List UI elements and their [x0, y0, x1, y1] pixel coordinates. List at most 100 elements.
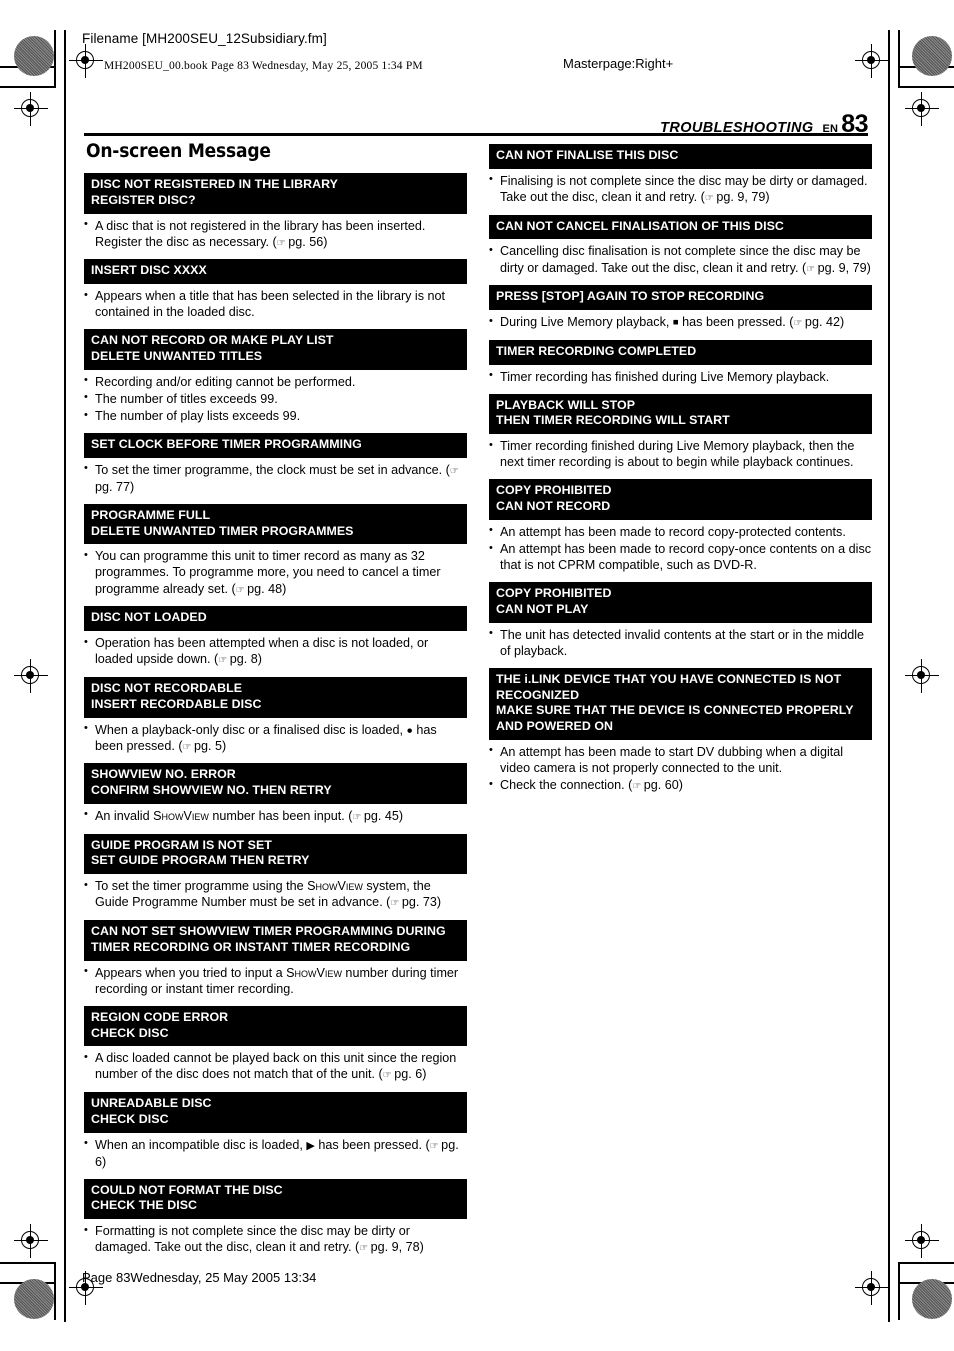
message-note-item: Check the connection. (☞ pg. 60): [489, 777, 872, 794]
crop-line-left-edge: [64, 30, 66, 1322]
message-notes: An attempt has been made to record copy-…: [489, 523, 872, 573]
message-heading-box: DISC NOT LOADED: [84, 606, 467, 632]
message-notes: An attempt has been made to start DV dub…: [489, 743, 872, 794]
message-entry: CAN NOT FINALISE THIS DISC Finalising is …: [489, 144, 872, 206]
message-heading-box: UNREADABLE DISC CHECK DISC: [84, 1092, 467, 1133]
message-note-item: Finalising is not complete since the dis…: [489, 172, 872, 206]
crop-line-top-left-v: [54, 30, 56, 88]
message-heading-line: MAKE SURE THAT THE DEVICE IS CONNECTED P…: [496, 703, 854, 718]
message-notes: A disc that is not registered in the lib…: [84, 217, 467, 251]
message-note-item: Cancelling disc finalisation is not comp…: [489, 243, 872, 276]
message-notes: Formatting is not complete since the dis…: [84, 1223, 467, 1256]
message-note-item: During Live Memory playback, ■ has been …: [489, 314, 872, 331]
message-heading-box: SHOWVIEW NO. ERROR CONFIRM SHOWVIEW NO. T…: [84, 763, 467, 804]
pointing-hand-icon: ☞: [390, 898, 399, 910]
record-symbol-icon: ●: [406, 724, 413, 737]
message-note-item: To set the timer programme, the clock mu…: [84, 461, 467, 495]
crop-line-top-left-h2: [0, 86, 56, 88]
book-source-line: MH200SEU_00.book Page 83 Wednesday, May …: [104, 60, 423, 72]
message-heading-line: DISC NOT RECORDABLE: [91, 681, 243, 696]
message-entry: COULD NOT FORMAT THE DISCCHECK THE DISCF…: [84, 1178, 467, 1256]
message-heading-line: CAN NOT CANCEL FINALISATION OF THIS DISC: [496, 218, 784, 233]
message-entry: SHOWVIEW NO. ERROR CONFIRM SHOWVIEW NO. T…: [84, 763, 467, 824]
message-notes: Appears when a title that has been selec…: [84, 288, 467, 320]
message-heading-box: PRESS [STOP] AGAIN TO STOP RECORDING: [489, 285, 872, 311]
message-notes: A disc loaded cannot be played back on t…: [84, 1050, 467, 1083]
message-entry: COPY PROHIBITEDCAN NOT PLAYThe unit has …: [489, 582, 872, 659]
message-entry: TIMER RECORDING COMPLETED Timer recording…: [489, 339, 872, 385]
pointing-hand-icon: ☞: [218, 655, 227, 667]
message-entry: GUIDE PROGRAM IS NOT SET SET GUIDE PROGRA…: [84, 833, 467, 911]
pointing-hand-icon: ☞: [382, 1070, 392, 1082]
registration-mark-bottom-right: [855, 1271, 889, 1305]
crop-line-bottom-left-v: [54, 1262, 56, 1320]
message-heading-box: COPY PROHIBITED CAN NOT PLAY: [489, 582, 872, 623]
message-entry: SET CLOCK BEFORE TIMER PROGRAMMING To set…: [84, 433, 467, 495]
message-notes: Recording and/or editing cannot be perfo…: [84, 373, 467, 424]
message-heading-line: REGISTER DISC?: [91, 192, 196, 207]
message-note-item: An attempt has been made to record copy-…: [489, 541, 872, 573]
registration-mark-top-right-low: [905, 92, 939, 126]
message-entry: CAN NOT SET SHOWVIEW TIMER PROGRAMMING D…: [84, 920, 467, 997]
density-patch-bottom-right: [912, 1279, 952, 1319]
masterpage-label: Masterpage:Right+: [563, 56, 674, 71]
message-heading-box: TIMER RECORDING COMPLETED: [489, 339, 872, 365]
crop-line-top-right-h2: [898, 86, 954, 88]
message-entry: DISC NOT RECORDABLE INSERT RECORDABLE DIS…: [84, 677, 467, 754]
message-notes: The unit has detected invalid contents a…: [489, 626, 872, 659]
message-heading-box: REGION CODE ERROR CHECK DISC: [84, 1005, 467, 1047]
showview-wordmark: ShowView: [153, 808, 209, 823]
message-entry: COPY PROHIBITEDCAN NOT RECORD An attempt …: [489, 479, 872, 573]
message-heading-line: CAN NOT PLAY: [496, 602, 589, 617]
density-patch-top-left: [14, 36, 54, 76]
footer-timestamp: Page 83Wednesday, 25 May 2005 13:34: [82, 1270, 317, 1285]
crop-line-top-right-v: [898, 30, 900, 88]
crop-line-bottom-right-v: [898, 1262, 900, 1320]
message-entry: REGION CODE ERRORCHECK DISCA disc loaded…: [84, 1005, 467, 1083]
message-heading-box: CAN NOT CANCEL FINALISATION OF THIS DISC: [489, 214, 872, 240]
showview-wordmark: ShowView: [307, 879, 363, 894]
message-heading-line: CHECK DISC: [91, 1025, 169, 1040]
message-heading-line: CHECK THE DISC: [91, 1198, 198, 1213]
message-entry: THE i.LINK DEVICE THAT YOU HAVE CONNECTE…: [489, 667, 872, 794]
message-note-item: An invalid ShowView number has been inpu…: [84, 807, 467, 825]
message-heading-line: CAN NOT FINALISE THIS DISC: [496, 148, 679, 162]
message-heading-line: GUIDE PROGRAM IS NOT SET: [91, 837, 272, 852]
message-notes: When an incompatible disc is loaded, ▶ h…: [84, 1136, 467, 1170]
message-heading-line: PROGRAMME FULL: [91, 507, 211, 522]
message-note-item: A disc that is not registered in the lib…: [84, 217, 467, 251]
message-heading-line: DELETE UNWANTED TIMER PROGRAMMES: [91, 523, 354, 538]
message-heading-line: SET GUIDE PROGRAM THEN RETRY: [91, 853, 310, 868]
message-heading-box: INSERT DISC XXXX: [84, 259, 467, 285]
message-list-right: CAN NOT FINALISE THIS DISC Finalising is …: [489, 144, 872, 794]
message-note-item: A disc loaded cannot be played back on t…: [84, 1050, 467, 1083]
message-note-item: The number of play lists exceeds 99.: [84, 408, 467, 424]
message-heading-line: THE i.LINK DEVICE THAT YOU HAVE CONNECTE…: [496, 671, 842, 686]
message-notes: Appears when you tried to input a ShowVi…: [84, 964, 467, 997]
message-notes: When a playback-only disc or a finalised…: [84, 721, 467, 755]
message-note-item: You can programme this unit to timer rec…: [84, 548, 467, 597]
crop-line-bottom-left-h: [0, 1262, 56, 1264]
message-heading-line: UNREADABLE DISC: [91, 1096, 212, 1111]
message-notes: During Live Memory playback, ■ has been …: [489, 314, 872, 331]
message-list-left: DISC NOT REGISTERED IN THE LIBRARY REGIST…: [84, 173, 467, 1256]
message-heading-line: COPY PROHIBITED: [496, 586, 612, 601]
left-column: On-screen Message DISC NOT REGISTERED IN…: [84, 140, 467, 1260]
message-heading-line: AND POWERED ON: [496, 719, 614, 734]
message-note-item: Appears when you tried to input a ShowVi…: [84, 964, 467, 997]
message-note-item: Timer recording finished during Live Mem…: [489, 438, 872, 470]
pointing-hand-icon: ☞: [793, 318, 802, 330]
message-heading-line: RECOGNIZED: [496, 687, 580, 702]
pointing-hand-icon: ☞: [449, 465, 459, 477]
message-heading-box: PLAYBACK WILL STOP THEN TIMER RECORDING W…: [489, 393, 872, 435]
message-entry: CAN NOT CANCEL FINALISATION OF THIS DISC…: [489, 214, 872, 277]
crop-line-bottom-right-h: [898, 1262, 954, 1264]
message-heading-box: DISC NOT REGISTERED IN THE LIBRARY REGIST…: [84, 173, 467, 214]
message-heading-line: SET CLOCK BEFORE TIMER PROGRAMMING: [91, 437, 362, 452]
page-title: On-screen Message: [86, 140, 271, 162]
registration-mark-right-middle: [905, 659, 939, 693]
message-notes: Timer recording finished during Live Mem…: [489, 438, 872, 470]
message-heading-line: DISC NOT LOADED: [91, 610, 207, 625]
message-notes: To set the timer programme using the Sho…: [84, 878, 467, 911]
message-heading-line: PLAYBACK WILL STOP: [496, 397, 636, 412]
